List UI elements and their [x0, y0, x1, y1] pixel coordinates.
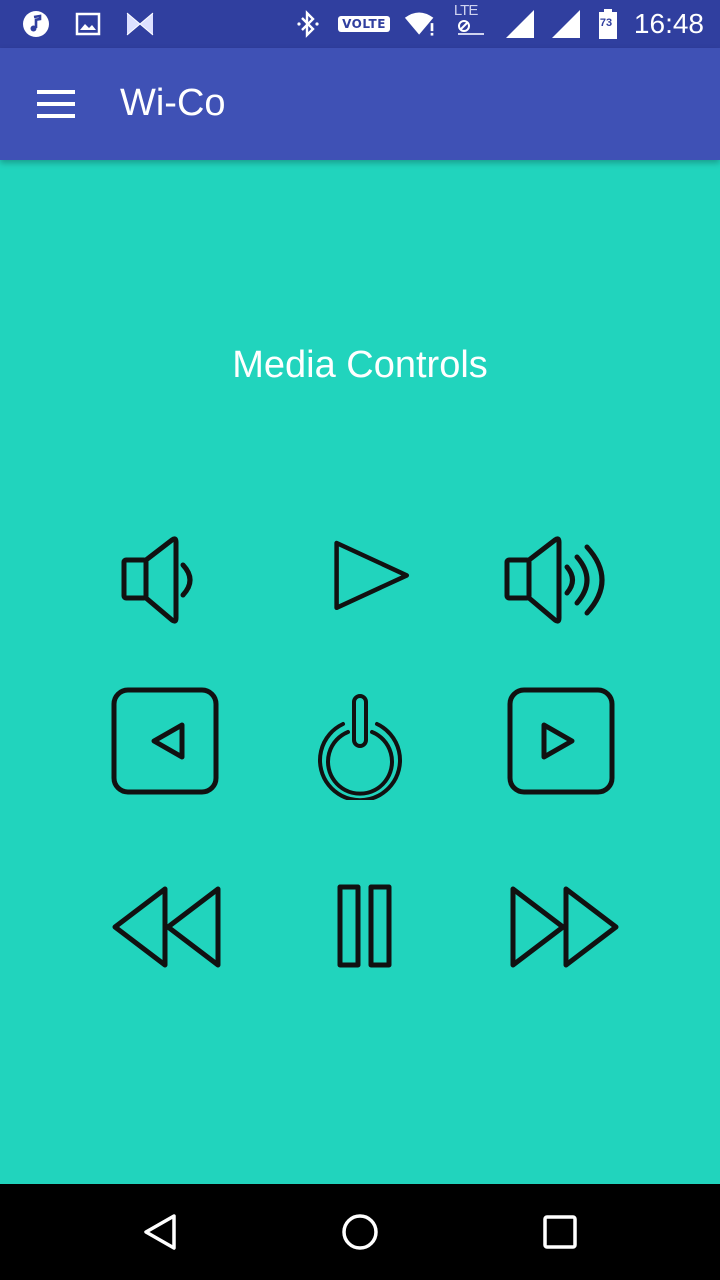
- previous-icon[interactable]: [94, 675, 234, 805]
- app-bar: Wi-Co: [0, 48, 720, 160]
- recents-icon[interactable]: [520, 1202, 600, 1262]
- signal-icon: [504, 8, 536, 40]
- hamburger-menu-icon[interactable]: [20, 80, 92, 128]
- bowtie-icon: [124, 8, 156, 40]
- clock: 16:48: [633, 8, 704, 39]
- back-icon[interactable]: [120, 1202, 200, 1262]
- pause-icon[interactable]: [290, 862, 430, 992]
- navigation-bar: [0, 1184, 720, 1280]
- music-note-icon: [20, 8, 52, 40]
- wifi-icon: [404, 8, 436, 40]
- volte-badge: VOLTE: [338, 16, 390, 32]
- signal-icon: [550, 8, 582, 40]
- lte-icon: LTE: [450, 2, 490, 40]
- media-controls-title: Media Controls: [232, 344, 488, 386]
- bluetooth-icon: [292, 8, 324, 40]
- battery-icon: 73: [596, 8, 620, 40]
- power-icon[interactable]: [290, 675, 430, 805]
- app-title: Wi-Co: [120, 82, 226, 124]
- rewind-icon[interactable]: [92, 862, 232, 992]
- next-icon[interactable]: [490, 675, 630, 805]
- volume-up-icon[interactable]: [490, 515, 630, 645]
- play-icon[interactable]: [290, 515, 430, 645]
- home-icon[interactable]: [320, 1202, 400, 1262]
- status-bar: VOLTE LTE 73 16:48: [0, 0, 720, 48]
- volume-down-icon[interactable]: [82, 515, 222, 645]
- image-icon: [72, 8, 104, 40]
- fast-forward-icon[interactable]: [490, 862, 630, 992]
